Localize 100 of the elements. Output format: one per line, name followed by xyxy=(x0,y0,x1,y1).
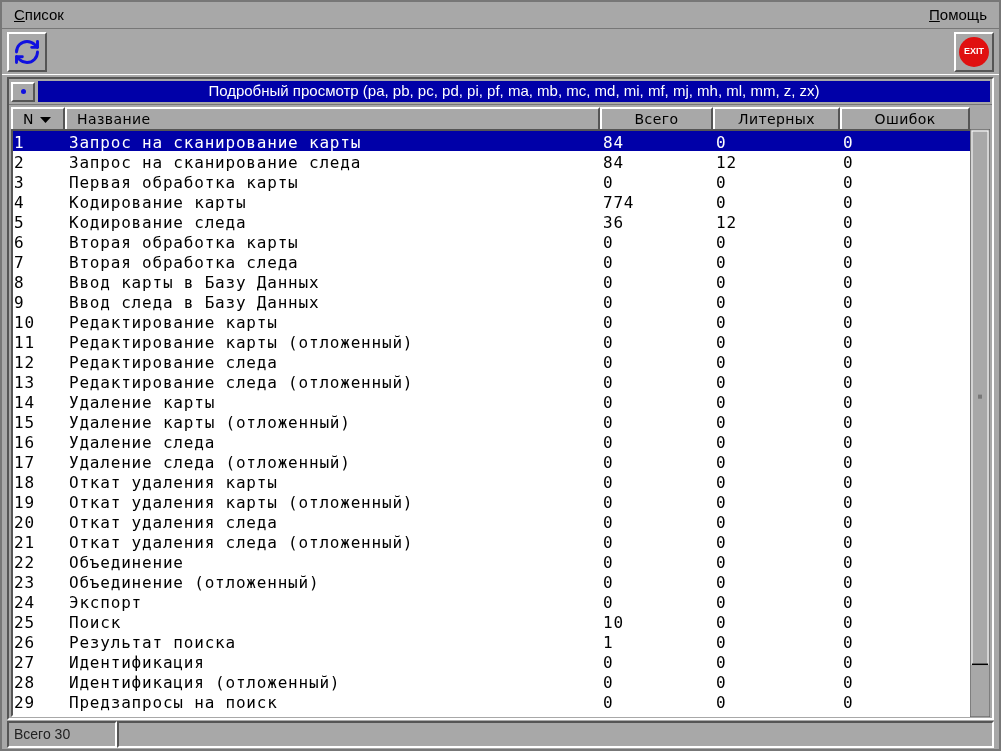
table-cell-text: 2 xyxy=(13,152,26,174)
refresh-icon xyxy=(13,37,41,66)
table-cell-text: 0 xyxy=(602,272,615,294)
table-cell-text: 0 xyxy=(715,652,728,674)
panel-menu-button[interactable] xyxy=(11,81,35,102)
table-cell-text: 0 xyxy=(715,472,728,494)
table-cell-text: Ввод карты в Базу Данных xyxy=(68,272,321,294)
table-cell-text: 7 xyxy=(13,252,26,274)
table-cell-text: Запрос на сканирование карты xyxy=(68,132,363,154)
table-cell-text: 5 xyxy=(13,212,26,234)
table-cell-text: 0 xyxy=(715,312,728,334)
table-row[interactable]: 13 Редактирование следа (отложенный) 0 0 0 xyxy=(13,371,970,391)
table-row[interactable]: 18 Откат удаления карты 0 0 0 xyxy=(13,471,970,491)
table-row[interactable]: 15 Удаление карты (отложенный) 0 0 0 xyxy=(13,411,970,431)
table-cell-text: 16 xyxy=(13,432,36,454)
table-cell-text: 0 xyxy=(602,452,615,474)
table-row[interactable]: 7 Вторая обработка следа 0 0 0 xyxy=(13,251,970,271)
table-cell-text: 26 xyxy=(13,632,36,654)
table-cell-text: 0 xyxy=(602,692,615,714)
table-cell-text: 0 xyxy=(715,592,728,614)
table-cell-text: 0 xyxy=(715,572,728,594)
table-cell-text: Редактирование карты xyxy=(68,312,279,334)
refresh-button[interactable] xyxy=(7,31,47,72)
table-cell-text: 0 xyxy=(715,532,728,554)
table-row[interactable]: 6 Вторая обработка карты 0 0 0 xyxy=(13,231,970,251)
table-cell-text: 15 xyxy=(13,412,36,434)
table-row[interactable]: 11 Редактирование карты (отложенный) 0 0 0 xyxy=(13,331,970,351)
table-cell-text: Предзапросы на поиск xyxy=(68,692,279,714)
table-row[interactable]: 20 Откат удаления следа 0 0 0 xyxy=(13,511,970,531)
table-row[interactable]: 10 Редактирование карты 0 0 0 xyxy=(13,311,970,331)
table-row[interactable]: 19 Откат удаления карты (отложенный) 0 0 0 xyxy=(13,491,970,511)
table-cell-text: 0 xyxy=(842,572,855,594)
table-cell-text: 17 xyxy=(13,452,36,474)
table-cell-text: 10 xyxy=(602,612,625,634)
table-cell-text: 0 xyxy=(842,212,855,234)
table-cell-text: Откат удаления карты xyxy=(68,472,279,494)
table-cell-text: 0 xyxy=(602,332,615,354)
table-row[interactable]: 2 Запрос на сканирование следа 84 12 0 xyxy=(13,151,970,171)
table-cell-text: 0 xyxy=(842,312,855,334)
menu-item[interactable]: Помощь xyxy=(929,3,987,27)
table-cell-text: 0 xyxy=(842,452,855,474)
table-cell-text: Объединение xyxy=(68,552,185,574)
table-cell-text: 0 xyxy=(842,592,855,614)
table-cell-text: 0 xyxy=(602,432,615,454)
table-cell-text: 84 xyxy=(602,132,625,154)
table-row[interactable]: 4 Кодирование карты 774 0 0 xyxy=(13,191,970,211)
table-cell-text: 28 xyxy=(13,672,36,694)
table-row[interactable]: 8 Ввод карты в Базу Данных 0 0 0 xyxy=(13,271,970,291)
table-row[interactable]: 16 Удаление следа 0 0 0 xyxy=(13,431,970,451)
table-cell-text: 0 xyxy=(842,672,855,694)
table-cell-text: 27 xyxy=(13,652,36,674)
table-cell-text: 0 xyxy=(715,492,728,514)
table-cell-text: 12 xyxy=(715,152,738,174)
menu-item[interactable]: Список xyxy=(14,3,64,27)
table-cell-text: Кодирование следа xyxy=(68,212,248,234)
table-row[interactable]: 26 Результат поиска 1 0 0 xyxy=(13,631,970,651)
panel-title: Подробный просмотр (pa, pb, pc, pd, pi, pf, ma, mb, mc, md, mi, mf, mj, mh, ml, mm, z, zx) xyxy=(38,81,990,102)
table-cell-text: 0 xyxy=(842,472,855,494)
table-cell-text: 0 xyxy=(842,692,855,714)
table-cell-text: Редактирование следа xyxy=(68,352,279,374)
table-row[interactable]: 3 Первая обработка карты 0 0 0 xyxy=(13,171,970,191)
table-cell-text: 8 xyxy=(13,272,26,294)
table-row[interactable]: 24 Экспорт 0 0 0 xyxy=(13,591,970,611)
table-cell-text: 19 xyxy=(13,492,36,514)
table-row[interactable]: 1 Запрос на сканирование карты 84 0 0 xyxy=(13,131,970,151)
table-cell-text: Удаление карты (отложенный) xyxy=(68,412,352,434)
table-row[interactable]: 21 Откат удаления следа (отложенный) 0 0 0 xyxy=(13,531,970,551)
table-row[interactable]: 5 Кодирование следа 36 12 0 xyxy=(13,211,970,231)
table-cell-text: Редактирование следа (отложенный) xyxy=(68,372,415,394)
table-row[interactable]: 12 Редактирование следа 0 0 0 xyxy=(13,351,970,371)
table-row[interactable]: 9 Ввод следа в Базу Данных 0 0 0 xyxy=(13,291,970,311)
table-cell-text: 0 xyxy=(715,232,728,254)
sort-triangle-icon xyxy=(39,116,51,123)
table-row[interactable]: 29 Предзапросы на поиск 0 0 0 xyxy=(13,691,970,711)
table-row[interactable]: 22 Объединение 0 0 0 xyxy=(13,551,970,571)
table-cell-text: 0 xyxy=(602,412,615,434)
table-cell-text: 0 xyxy=(842,132,855,154)
table-cell-text: 84 xyxy=(602,152,625,174)
table-cell-text: 10 xyxy=(13,312,36,334)
table-row[interactable]: 25 Поиск 10 0 0 xyxy=(13,611,970,631)
table-row[interactable]: 28 Идентификация (отложенный) 0 0 0 xyxy=(13,671,970,691)
table-row[interactable]: 14 Удаление карты 0 0 0 xyxy=(13,391,970,411)
table-cell-text: 0 xyxy=(602,492,615,514)
table-cell-text: 0 xyxy=(602,552,615,574)
table-cell-text: Редактирование карты (отложенный) xyxy=(68,332,415,354)
table-row[interactable]: 23 Объединение (отложенный) 0 0 0 xyxy=(13,571,970,591)
table-row[interactable]: 17 Удаление следа (отложенный) 0 0 0 xyxy=(13,451,970,471)
table-row[interactable]: 27 Идентификация 0 0 0 xyxy=(13,651,970,671)
table-cell-text: 0 xyxy=(715,392,728,414)
table-cell-text: Откат удаления карты (отложенный) xyxy=(68,492,415,514)
table-cell-text: 0 xyxy=(715,692,728,714)
table-cell-text: 11 xyxy=(13,332,36,354)
table-cell-text: 0 xyxy=(842,392,855,414)
table-cell-text: 0 xyxy=(602,472,615,494)
table-cell-text: 0 xyxy=(602,252,615,274)
table-cell-text: 0 xyxy=(715,632,728,654)
table-cell-text: 774 xyxy=(602,192,636,214)
table-cell-text: 0 xyxy=(715,292,728,314)
table-cell-text: 0 xyxy=(715,192,728,214)
table-cell-text: 0 xyxy=(842,252,855,274)
